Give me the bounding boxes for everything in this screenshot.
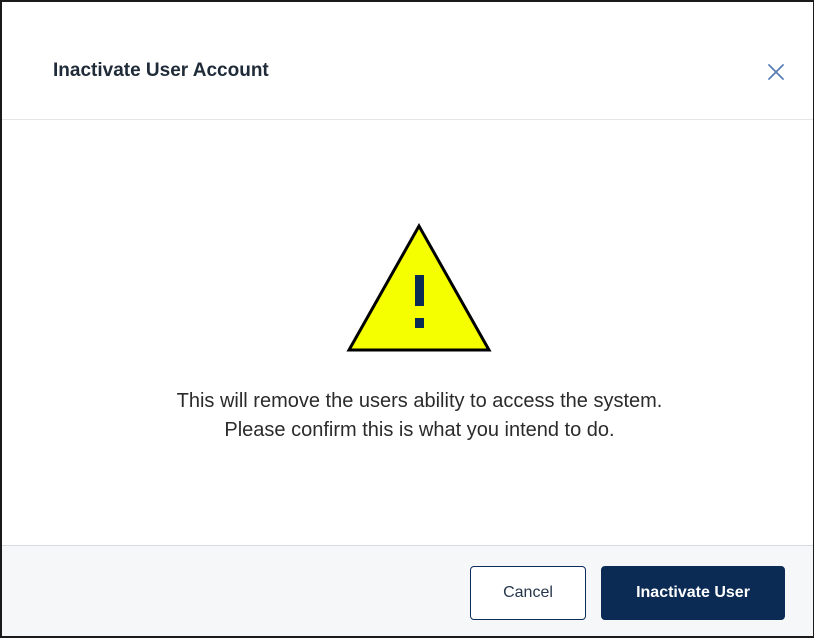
- cancel-button[interactable]: Cancel: [470, 566, 586, 620]
- inactivate-user-button[interactable]: Inactivate User: [601, 566, 785, 620]
- message-line-2: Please confirm this is what you intend t…: [224, 419, 615, 441]
- inactivate-user-dialog: Inactivate User Account This will remove…: [0, 0, 814, 638]
- dialog-message: This will remove the users ability to ac…: [2, 387, 815, 445]
- dialog-footer: Cancel Inactivate User: [2, 545, 813, 636]
- dialog-header: Inactivate User Account: [2, 2, 813, 120]
- dialog-body: This will remove the users ability to ac…: [2, 120, 813, 545]
- close-button[interactable]: [764, 60, 788, 84]
- close-icon: [768, 64, 784, 80]
- warning-triangle-icon: [346, 222, 492, 352]
- message-line-1: This will remove the users ability to ac…: [176, 390, 663, 412]
- dialog-title: Inactivate User Account: [53, 60, 269, 81]
